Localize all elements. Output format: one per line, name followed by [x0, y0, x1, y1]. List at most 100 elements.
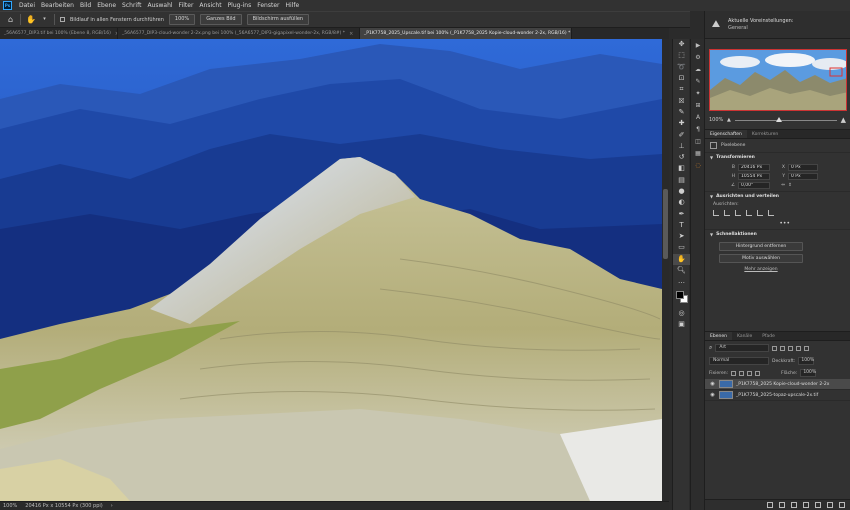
align-center-v-icon[interactable]	[757, 210, 763, 216]
document-canvas[interactable]	[0, 39, 662, 501]
color-swatches[interactable]	[673, 288, 690, 308]
doc-tab[interactable]: _56A6577_DIP3.tif bei 100% (Ebene 8, RGB…	[0, 28, 118, 39]
tab-adjustments[interactable]: Korrekturen	[747, 130, 783, 138]
glyphs-panel-icon[interactable]: ◫	[691, 135, 705, 147]
y-field[interactable]: 0 Px	[788, 173, 818, 180]
close-icon[interactable]: ×	[349, 31, 353, 37]
lock-pixels-icon[interactable]	[731, 370, 737, 376]
adjustment-icon[interactable]	[803, 502, 809, 508]
x-field[interactable]: 0 Px	[788, 164, 818, 171]
layer-comps-panel-icon[interactable]: ▦	[691, 147, 705, 159]
eraser-icon[interactable]: ◧	[673, 163, 690, 174]
navigator-zoom-value[interactable]: 100%	[709, 117, 723, 123]
flip-icon[interactable]: ⇔	[773, 183, 785, 188]
zoom-100-button[interactable]: 100%	[168, 14, 196, 25]
brushes-panel-icon[interactable]: ✦	[691, 87, 705, 99]
screen-mode-icon[interactable]: ▣	[673, 319, 690, 330]
menu-auswahl[interactable]: Auswahl	[144, 0, 175, 11]
menu-bearbeiten[interactable]: Bearbeiten	[38, 0, 77, 11]
zoom-slider[interactable]	[734, 116, 837, 122]
eyedropper-icon[interactable]: ✎	[673, 107, 690, 118]
zoom-icon[interactable]: 🔍︎	[673, 265, 690, 276]
move-icon[interactable]: ✥	[673, 39, 690, 50]
more-icon[interactable]: •••	[779, 220, 790, 227]
chevron-down-icon[interactable]: ▼	[710, 232, 713, 237]
group-icon[interactable]	[815, 502, 821, 508]
chevron-down-icon[interactable]: ▼	[710, 194, 713, 199]
actions-panel-icon[interactable]: ⚙	[691, 51, 705, 63]
align-center-h-icon[interactable]	[724, 210, 730, 216]
tab-channels[interactable]: Kanäle	[732, 332, 757, 340]
type-icon[interactable]: T	[673, 220, 690, 231]
height-field[interactable]: 10554 Px	[738, 173, 770, 180]
status-zoom[interactable]: 100%	[3, 503, 17, 509]
trash-icon[interactable]	[839, 502, 845, 508]
menu-schrift[interactable]: Schrift	[119, 0, 144, 11]
navigator-preview[interactable]	[709, 49, 847, 111]
layer-filter-select[interactable]: Art	[715, 344, 770, 352]
vertical-scrollbar[interactable]	[662, 39, 669, 501]
hand-tool-icon[interactable]: ✋	[26, 15, 36, 24]
hand-icon[interactable]: ✋	[673, 253, 690, 265]
quick-mask-icon[interactable]: ◎	[673, 308, 690, 319]
filter-pixel-icon[interactable]	[772, 345, 778, 351]
show-more-link[interactable]: Mehr anzeigen	[719, 267, 803, 272]
menu-plugins[interactable]: Plug-ins	[225, 0, 255, 11]
rectangle-icon[interactable]: ▭	[673, 242, 690, 253]
tab-layers[interactable]: Ebenen	[705, 332, 732, 340]
doc-tab[interactable]: _56A6577_DIP3-cloud-wonder 2-2x.png bei …	[118, 28, 360, 39]
stamp-icon[interactable]: ⊥	[673, 141, 690, 152]
menu-ansicht[interactable]: Ansicht	[196, 0, 224, 11]
lock-all-icon[interactable]	[755, 370, 761, 376]
fit-screen-button[interactable]: Ganzes Bild	[200, 14, 242, 25]
paragraph-panel-icon[interactable]: ¶	[691, 123, 705, 135]
menu-bild[interactable]: Bild	[77, 0, 94, 11]
marquee-icon[interactable]: ⬚	[673, 50, 690, 61]
object-select-icon[interactable]: ⊡	[673, 73, 690, 84]
filter-shape-icon[interactable]	[796, 345, 802, 351]
menu-datei[interactable]: Datei	[16, 0, 38, 11]
select-subject-button[interactable]: Motiv auswählen	[719, 254, 803, 263]
history-brush-icon[interactable]: ↺	[673, 152, 690, 163]
chevron-down-icon[interactable]: ▼	[710, 155, 713, 160]
blur-icon[interactable]: ●	[673, 186, 690, 197]
menu-hilfe[interactable]: Hilfe	[283, 0, 303, 11]
link-icon[interactable]	[767, 502, 773, 508]
quick-actions-section[interactable]: ▼ Schnellaktionen	[705, 229, 850, 239]
libraries-panel-icon[interactable]: ☁	[691, 63, 705, 75]
navigator-sync-icon[interactable]: ◌	[691, 159, 705, 171]
spot-heal-icon[interactable]: ✚	[673, 118, 690, 129]
align-bottom-icon[interactable]	[768, 210, 774, 216]
align-top-icon[interactable]	[746, 210, 752, 216]
foreground-color-swatch[interactable]	[676, 290, 684, 299]
zoom-out-icon[interactable]: ▲	[727, 117, 731, 123]
menu-ebene[interactable]: Ebene	[94, 0, 119, 11]
new-layer-icon[interactable]	[827, 502, 833, 508]
opacity-field[interactable]: 100%	[798, 357, 815, 365]
chevron-right-icon[interactable]: ›	[111, 503, 113, 509]
history-panel-icon[interactable]: ▶	[691, 39, 705, 51]
flip-vertical-icon[interactable]: ⇕	[788, 183, 818, 188]
zoom-in-icon[interactable]: ▲	[841, 116, 846, 124]
dodge-icon[interactable]: ◐	[673, 197, 690, 208]
menu-filter[interactable]: Filter	[176, 0, 197, 11]
layer-row[interactable]: ◉ _P1K7758_2025 Kopie-cloud-wonder 2-2x	[705, 379, 850, 390]
align-right-icon[interactable]	[735, 210, 741, 216]
filter-type-icon[interactable]	[788, 345, 794, 351]
clone-panel-icon[interactable]: ⊞	[691, 99, 705, 111]
brush-icon[interactable]: ✐	[673, 129, 690, 140]
mask-icon[interactable]	[791, 502, 797, 508]
lasso-icon[interactable]: ➰	[673, 62, 690, 73]
layer-row[interactable]: ◉ _P1K7758_2025-topaz-upscale-2x.tif	[705, 390, 850, 401]
fx-icon[interactable]	[779, 502, 785, 508]
lock-position-icon[interactable]	[739, 370, 745, 376]
menu-fenster[interactable]: Fenster	[254, 0, 282, 11]
tab-paths[interactable]: Pfade	[757, 332, 780, 340]
eye-icon[interactable]: ◉	[709, 381, 716, 387]
photoshop-logo[interactable]: Ps	[3, 1, 12, 10]
path-select-icon[interactable]: ➤	[673, 231, 690, 242]
blend-mode-select[interactable]: Normal	[709, 357, 769, 365]
scroll-all-checkbox[interactable]	[60, 17, 65, 22]
zoom-slider-thumb[interactable]	[775, 116, 782, 122]
tab-properties[interactable]: Eigenschaften	[705, 130, 747, 138]
